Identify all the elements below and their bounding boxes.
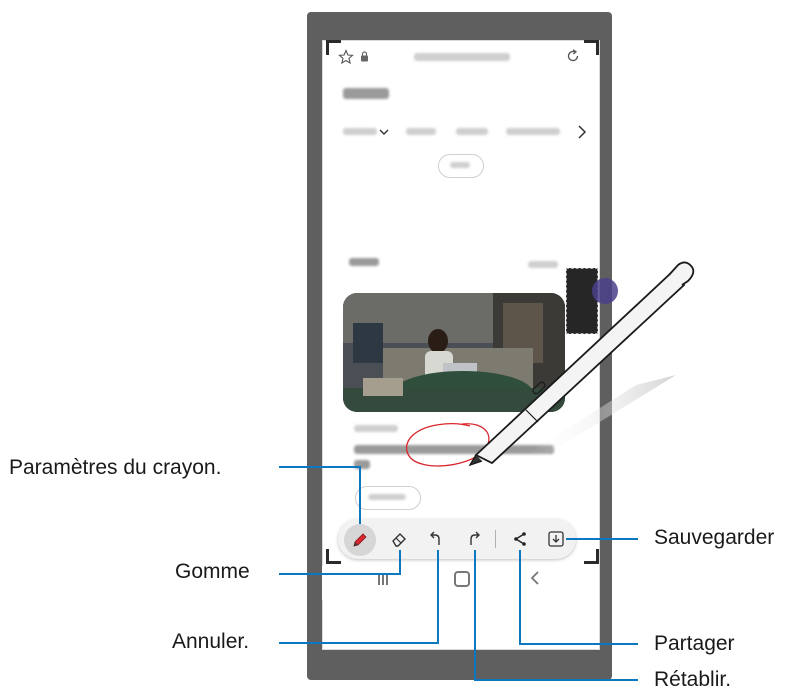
leader-line-save (566, 538, 638, 540)
article-category (354, 425, 398, 432)
redo-icon (470, 531, 480, 545)
chevron-right-icon[interactable] (576, 124, 588, 140)
leader-line-share (519, 643, 638, 645)
leader-line-eraser (279, 573, 401, 575)
chevron-down-icon[interactable] (378, 127, 390, 137)
leader-line-eraser (399, 550, 401, 575)
eraser-icon (392, 533, 406, 547)
crop-corner-bottom-right[interactable] (584, 549, 599, 564)
callout-undo: Annuler. (172, 630, 250, 653)
callout-pen-settings: Paramètres du crayon. (9, 456, 222, 479)
callout-share: Partager (654, 632, 735, 655)
leader-line-pen-settings (279, 466, 360, 468)
refresh-icon[interactable] (565, 48, 581, 64)
filter-tab[interactable] (506, 128, 560, 135)
leader-line-redo (474, 550, 476, 681)
leader-line-undo (279, 642, 439, 644)
s-pen-stylus (468, 261, 695, 467)
leader-line-undo (437, 550, 439, 644)
undo-button[interactable] (421, 524, 451, 554)
section-title (349, 258, 379, 266)
leader-line-share (519, 550, 521, 645)
star-icon[interactable] (338, 49, 354, 65)
filter-tab[interactable] (406, 128, 436, 135)
leader-line-pen-settings (359, 466, 361, 524)
crop-corner-top-right[interactable] (584, 40, 599, 55)
read-more-label (368, 494, 406, 500)
filter-tab[interactable] (456, 128, 488, 135)
filter-button-label (450, 162, 470, 168)
pen-icon (353, 533, 367, 547)
leader-line-redo (474, 679, 638, 681)
callout-redo: Rétablir. (654, 668, 732, 691)
url-text[interactable] (414, 53, 510, 61)
callout-save: Sauvegarder (654, 526, 775, 549)
lock-icon (361, 51, 368, 62)
toolbar-divider (495, 530, 496, 548)
download-icon (548, 531, 564, 547)
page-heading (343, 88, 389, 99)
filter-tab[interactable] (343, 128, 377, 135)
back-icon[interactable] (530, 571, 540, 585)
share-icon (514, 532, 526, 546)
crop-corner-bottom-left[interactable] (326, 549, 341, 564)
callout-eraser: Gomme (175, 560, 250, 583)
pen-settings-button[interactable] (344, 524, 376, 556)
undo-icon (430, 531, 440, 545)
home-icon[interactable] (454, 571, 470, 587)
